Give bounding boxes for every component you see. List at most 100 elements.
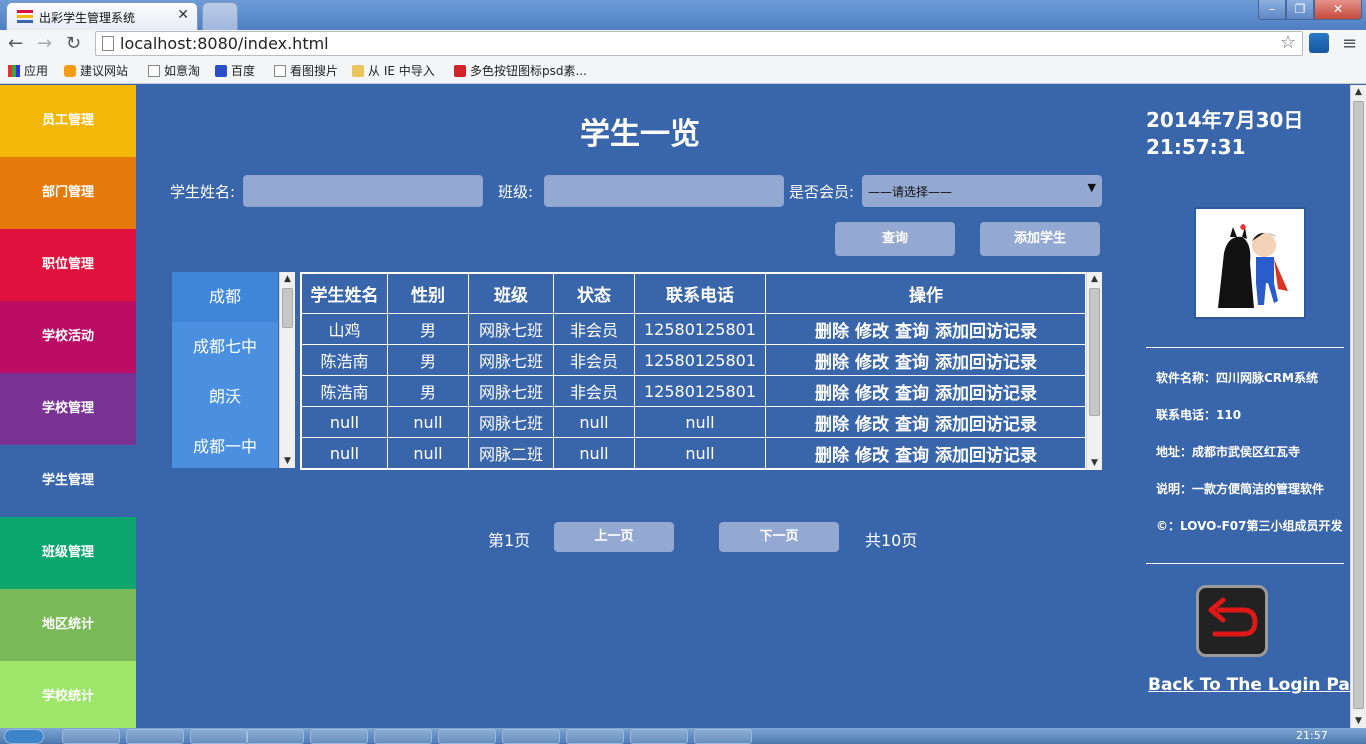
view-link[interactable]: 查询 [895,384,929,404]
school-list-item[interactable]: 朗沃 [172,372,278,422]
extension-icon[interactable] [1309,33,1329,53]
view-link[interactable]: 查询 [895,322,929,342]
bookmark-psd[interactable]: 多色按钮图标psd素... [454,62,587,79]
sidebar-item-school-activity[interactable]: 学校活动 [0,301,136,373]
delete-link[interactable]: 删除 [815,384,849,404]
bookmarks-bar: 应用 建议网站 如意淘 百度 看图搜片 从 IE 中导入 多色按钮图标psd素.… [0,57,1366,84]
add-student-button[interactable]: 添加学生 [980,222,1100,256]
school-list-item[interactable]: 成都一中 [172,422,278,468]
member-select[interactable]: ——请选择—— ▼ [862,175,1102,207]
sidebar-item-department[interactable]: 部门管理 [0,157,136,229]
cell-name: 山鸡 [301,313,388,345]
taskbar-app[interactable] [566,729,624,744]
tab-close-icon[interactable]: ✕ [177,7,189,23]
back-button[interactable] [1196,585,1268,657]
school-list-item[interactable]: 成都七中 [172,322,278,372]
scroll-up-icon[interactable]: ▲ [1351,85,1366,99]
taskbar-app[interactable] [190,729,248,744]
bookmark-suggested[interactable]: 建议网站 [64,62,128,79]
sidebar-item-student-management[interactable]: 学生管理 [0,445,136,517]
student-name-input[interactable] [243,175,483,207]
add-visit-record-link[interactable]: 添加回访记录 [935,322,1037,342]
scroll-thumb[interactable] [1089,288,1100,416]
new-tab-button[interactable] [202,2,238,30]
menu-icon[interactable]: ≡ [1342,33,1357,54]
add-visit-record-link[interactable]: 添加回访记录 [935,353,1037,373]
sidebar-item-position[interactable]: 职位管理 [0,229,136,301]
sidebar-item-school-management[interactable]: 学校管理 [0,373,136,445]
start-button[interactable] [4,729,44,744]
view-link[interactable]: 查询 [895,446,929,466]
school-list-item[interactable]: 成都 [172,272,278,322]
scroll-thumb[interactable] [1353,101,1364,709]
edit-link[interactable]: 修改 [855,384,889,404]
cell-class: 网脉七班 [468,344,554,376]
address: 地址：成都市武侯区红瓦寺 [1156,445,1301,459]
bookmark-baidu[interactable]: 百度 [215,62,255,79]
scroll-up-icon[interactable]: ▲ [1087,272,1102,286]
table-scrollbar[interactable]: ▲ ▼ [1086,272,1102,470]
bookmark-import-ie[interactable]: 从 IE 中导入 [352,62,435,79]
add-visit-record-link[interactable]: 添加回访记录 [935,415,1037,435]
sidebar-item-staff[interactable]: 员工管理 [0,85,136,157]
delete-link[interactable]: 删除 [815,353,849,373]
address-bar[interactable]: localhost:8080/index.html ☆ [95,31,1303,56]
current-page-text: 第1页 [488,531,531,550]
scroll-down-icon[interactable]: ▼ [1351,714,1366,728]
taskbar-app[interactable] [502,729,560,744]
sidebar-item-class-management[interactable]: 班级管理 [0,517,136,589]
cell-phone: null [634,437,766,469]
sidebar-item-school-stats[interactable]: 学校统计 [0,661,136,728]
cell-name: null [301,437,388,469]
delete-link[interactable]: 删除 [815,415,849,435]
table-row: 陈浩南 男 网脉七班 非会员 12580125801 删除 修改 查询 添加回访记录 [301,375,1085,407]
view-link[interactable]: 查询 [895,353,929,373]
taskbar-app[interactable] [310,729,368,744]
query-button[interactable]: 查询 [835,222,955,256]
add-visit-record-link[interactable]: 添加回访记录 [935,384,1037,404]
delete-link[interactable]: 删除 [815,322,849,342]
delete-link[interactable]: 删除 [815,446,849,466]
bookmark-ruyitao[interactable]: 如意淘 [148,62,200,79]
school-list-scrollbar[interactable]: ▲ ▼ [279,272,295,468]
taskbar-app[interactable] [694,729,752,744]
taskbar-app[interactable] [246,729,304,744]
scroll-thumb[interactable] [282,288,293,328]
taskbar-app[interactable] [126,729,184,744]
taskbar-app[interactable] [62,729,120,744]
taskbar-app[interactable] [630,729,688,744]
browser-tab-active[interactable]: 出彩学生管理系统 ✕ [6,2,198,30]
psd-site-icon [454,65,466,77]
taskbar-app[interactable] [438,729,496,744]
edit-link[interactable]: 修改 [855,322,889,342]
class-input[interactable] [544,175,784,207]
sidebar-item-region-stats[interactable]: 地区统计 [0,589,136,661]
taskbar-app[interactable] [374,729,432,744]
forward-arrow-icon[interactable]: → [37,33,52,54]
edit-link[interactable]: 修改 [855,415,889,435]
bookmark-image-search[interactable]: 看图搜片 [274,62,338,79]
next-page-button[interactable]: 下一页 [719,522,839,552]
bookmark-apps[interactable]: 应用 [8,62,48,79]
edit-link[interactable]: 修改 [855,353,889,373]
add-visit-record-link[interactable]: 添加回访记录 [935,446,1037,466]
window-close-button[interactable]: ✕ [1314,0,1362,20]
cell-status: null [553,437,635,469]
edit-link[interactable]: 修改 [855,446,889,466]
scroll-down-icon[interactable]: ▼ [1087,456,1102,470]
back-arrow-icon[interactable]: ← [8,33,23,54]
window-minimize-button[interactable]: – [1258,0,1286,20]
scroll-down-icon[interactable]: ▼ [280,454,295,468]
reload-icon[interactable]: ↻ [66,33,81,54]
bookmark-star-icon[interactable]: ☆ [1280,32,1296,53]
view-link[interactable]: 查询 [895,415,929,435]
url-text[interactable]: localhost:8080/index.html [120,34,329,53]
page-scrollbar[interactable]: ▲ ▼ [1350,85,1366,728]
cell-name: 陈浩南 [301,375,388,407]
scroll-up-icon[interactable]: ▲ [280,272,295,286]
cell-actions: 删除 修改 查询 添加回访记录 [765,344,1085,376]
prev-page-button[interactable]: 上一页 [554,522,674,552]
cell-actions: 删除 修改 查询 添加回访记录 [765,375,1085,407]
back-to-login-link[interactable]: Back To The Login Page [1148,675,1350,695]
window-maximize-button[interactable]: ❐ [1286,0,1314,20]
